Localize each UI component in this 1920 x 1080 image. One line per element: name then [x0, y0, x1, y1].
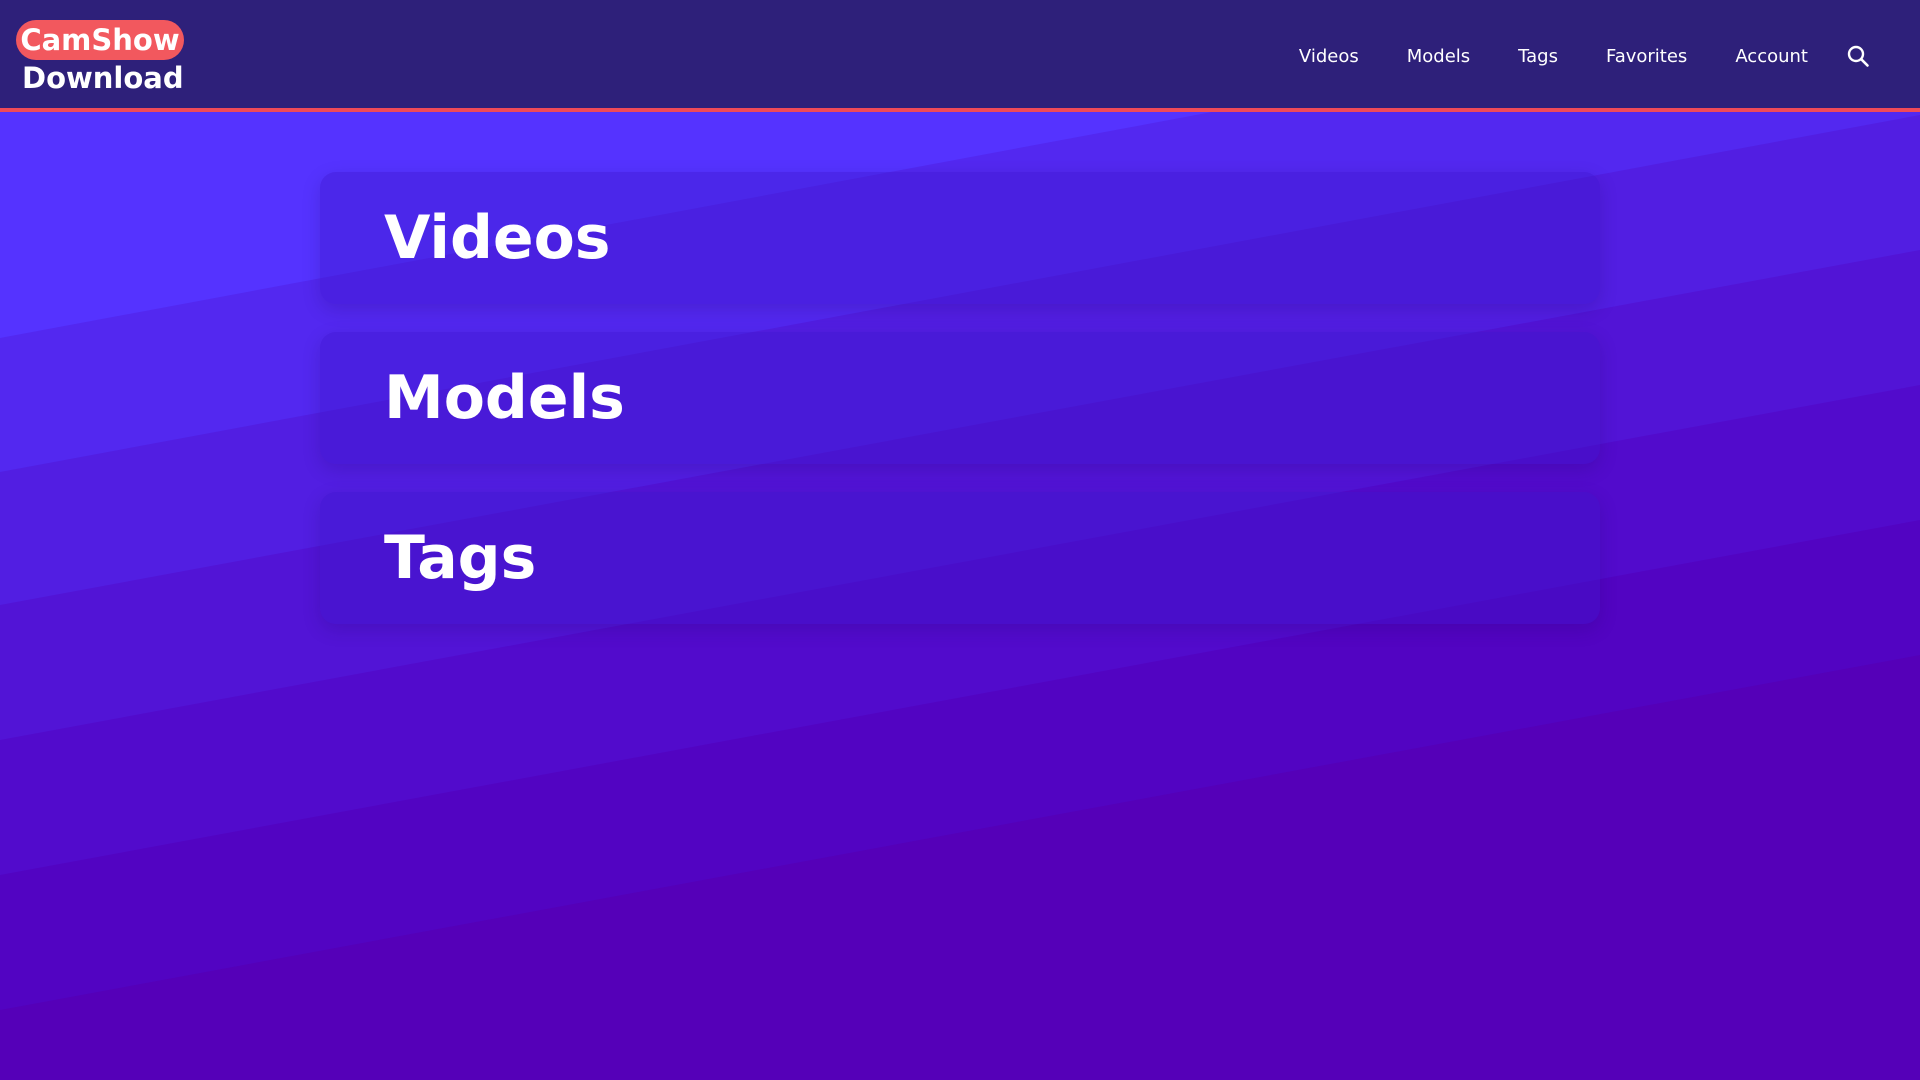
card-tags[interactable]: Tags [320, 492, 1600, 624]
card-tags-label: Tags [384, 523, 537, 593]
nav-videos[interactable]: Videos [1299, 46, 1359, 67]
category-list: Videos Models Tags [320, 172, 1600, 652]
nav-favorites[interactable]: Favorites [1606, 46, 1687, 67]
search-icon[interactable] [1844, 42, 1872, 70]
nav-models[interactable]: Models [1407, 46, 1470, 67]
site-header: CamShow Download Videos Models Tags Favo… [0, 0, 1920, 112]
site-logo[interactable]: CamShow Download [16, 20, 186, 96]
card-videos[interactable]: Videos [320, 172, 1600, 304]
main-nav: Videos Models Tags Favorites Account [1251, 0, 1872, 112]
card-models[interactable]: Models [320, 332, 1600, 464]
card-models-label: Models [384, 363, 625, 433]
nav-account[interactable]: Account [1735, 46, 1808, 67]
logo-line-camshow: CamShow [16, 20, 184, 60]
card-videos-label: Videos [384, 203, 611, 273]
logo-line-download: Download [22, 61, 184, 95]
nav-tags[interactable]: Tags [1518, 46, 1558, 67]
